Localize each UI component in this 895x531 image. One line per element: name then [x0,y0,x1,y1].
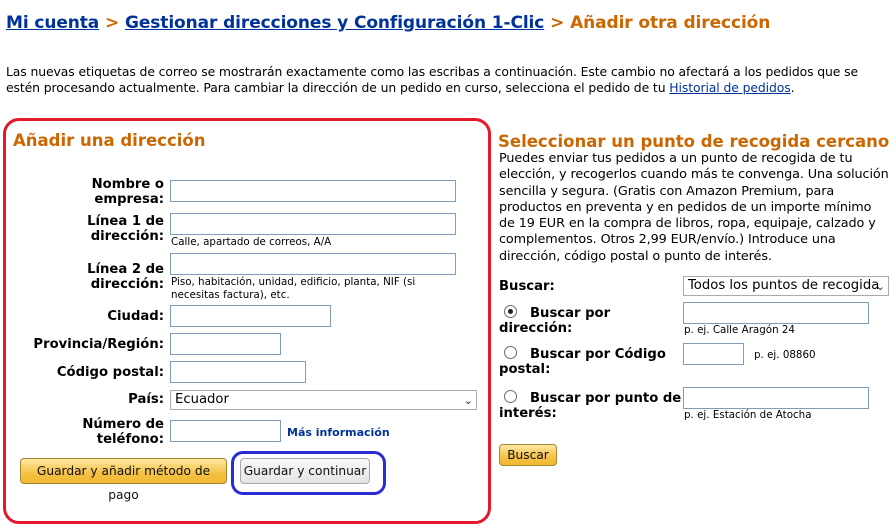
intro-text: Las nuevas etiquetas de correo se mostra… [6,64,891,96]
breadcrumb: Mi cuenta > Gestionar direcciones y Conf… [6,13,770,33]
pickup-search-label: Buscar: [499,279,555,294]
search-address-hint: p. ej. Calle Aragón 24 [684,324,795,336]
search-postal-input[interactable] [683,343,744,365]
address-line1-input[interactable] [170,213,456,235]
name-label: Nombre o empresa: [91,177,164,207]
chevron-down-icon: ⌄ [463,394,473,407]
province-label: Provincia/Región: [33,337,164,352]
search-by-address-label: Buscar por dirección: [499,306,611,336]
breadcrumb-separator: > [105,13,120,33]
pickup-type-select[interactable]: Todos los puntos de recogida ⌄ [683,276,889,296]
postal-code-label: Código postal: [56,365,164,380]
chevron-down-icon: ⌄ [875,280,885,293]
address-line2-input[interactable] [170,253,456,275]
search-by-poi-label: Buscar por punto de interés: [499,391,682,421]
search-by-postal-label: Buscar por Código postal: [499,347,666,377]
breadcrumb-link-mi-cuenta[interactable]: Mi cuenta [6,13,99,33]
search-address-input[interactable] [683,302,869,324]
country-select-value: Ecuador [175,392,229,407]
more-info-link[interactable]: Más información [287,426,390,439]
country-select[interactable]: Ecuador ⌄ [170,390,477,410]
breadcrumb-current: Añadir otra dirección [570,13,771,33]
address-line2-label: Línea 2 de dirección: [87,262,164,292]
address-line1-hint: Calle, apartado de correos, A/A [171,236,332,248]
add-address-title: Añadir una dirección [13,131,206,150]
country-label: País: [128,392,164,407]
intro-end: . [790,80,795,95]
save-and-continue-button[interactable]: Guardar y continuar [240,458,370,484]
breadcrumb-separator: > [550,13,565,33]
address-line2-hint: Piso, habitación, unidad, edificio, plan… [171,276,416,301]
pickup-description: Puedes enviar tus pedidos a un punto de … [499,151,889,264]
pickup-title: Seleccionar un punto de recogida cercano [498,132,890,151]
phone-label: Número de teléfono: [82,417,164,447]
search-poi-hint: p. ej. Estación de Atocha [684,409,812,421]
phone-input[interactable] [170,420,281,442]
pickup-type-value: Todos los puntos de recogida [688,278,880,293]
breadcrumb-link-gestionar-direcciones[interactable]: Gestionar direcciones y Configuración 1-… [125,13,544,33]
postal-code-input[interactable] [170,361,306,383]
city-label: Ciudad: [107,309,164,324]
search-poi-input[interactable] [683,387,869,409]
save-and-add-payment-button[interactable]: Guardar y añadir método de pago [20,458,227,502]
city-input[interactable] [170,305,331,327]
order-history-link[interactable]: Historial de pedidos [669,80,790,95]
province-input[interactable] [170,333,281,355]
name-input[interactable] [170,180,456,202]
pickup-search-button[interactable]: Buscar [499,444,557,466]
address-line1-label: Línea 1 de dirección: [87,214,164,244]
search-postal-hint: p. ej. 08860 [754,349,816,361]
